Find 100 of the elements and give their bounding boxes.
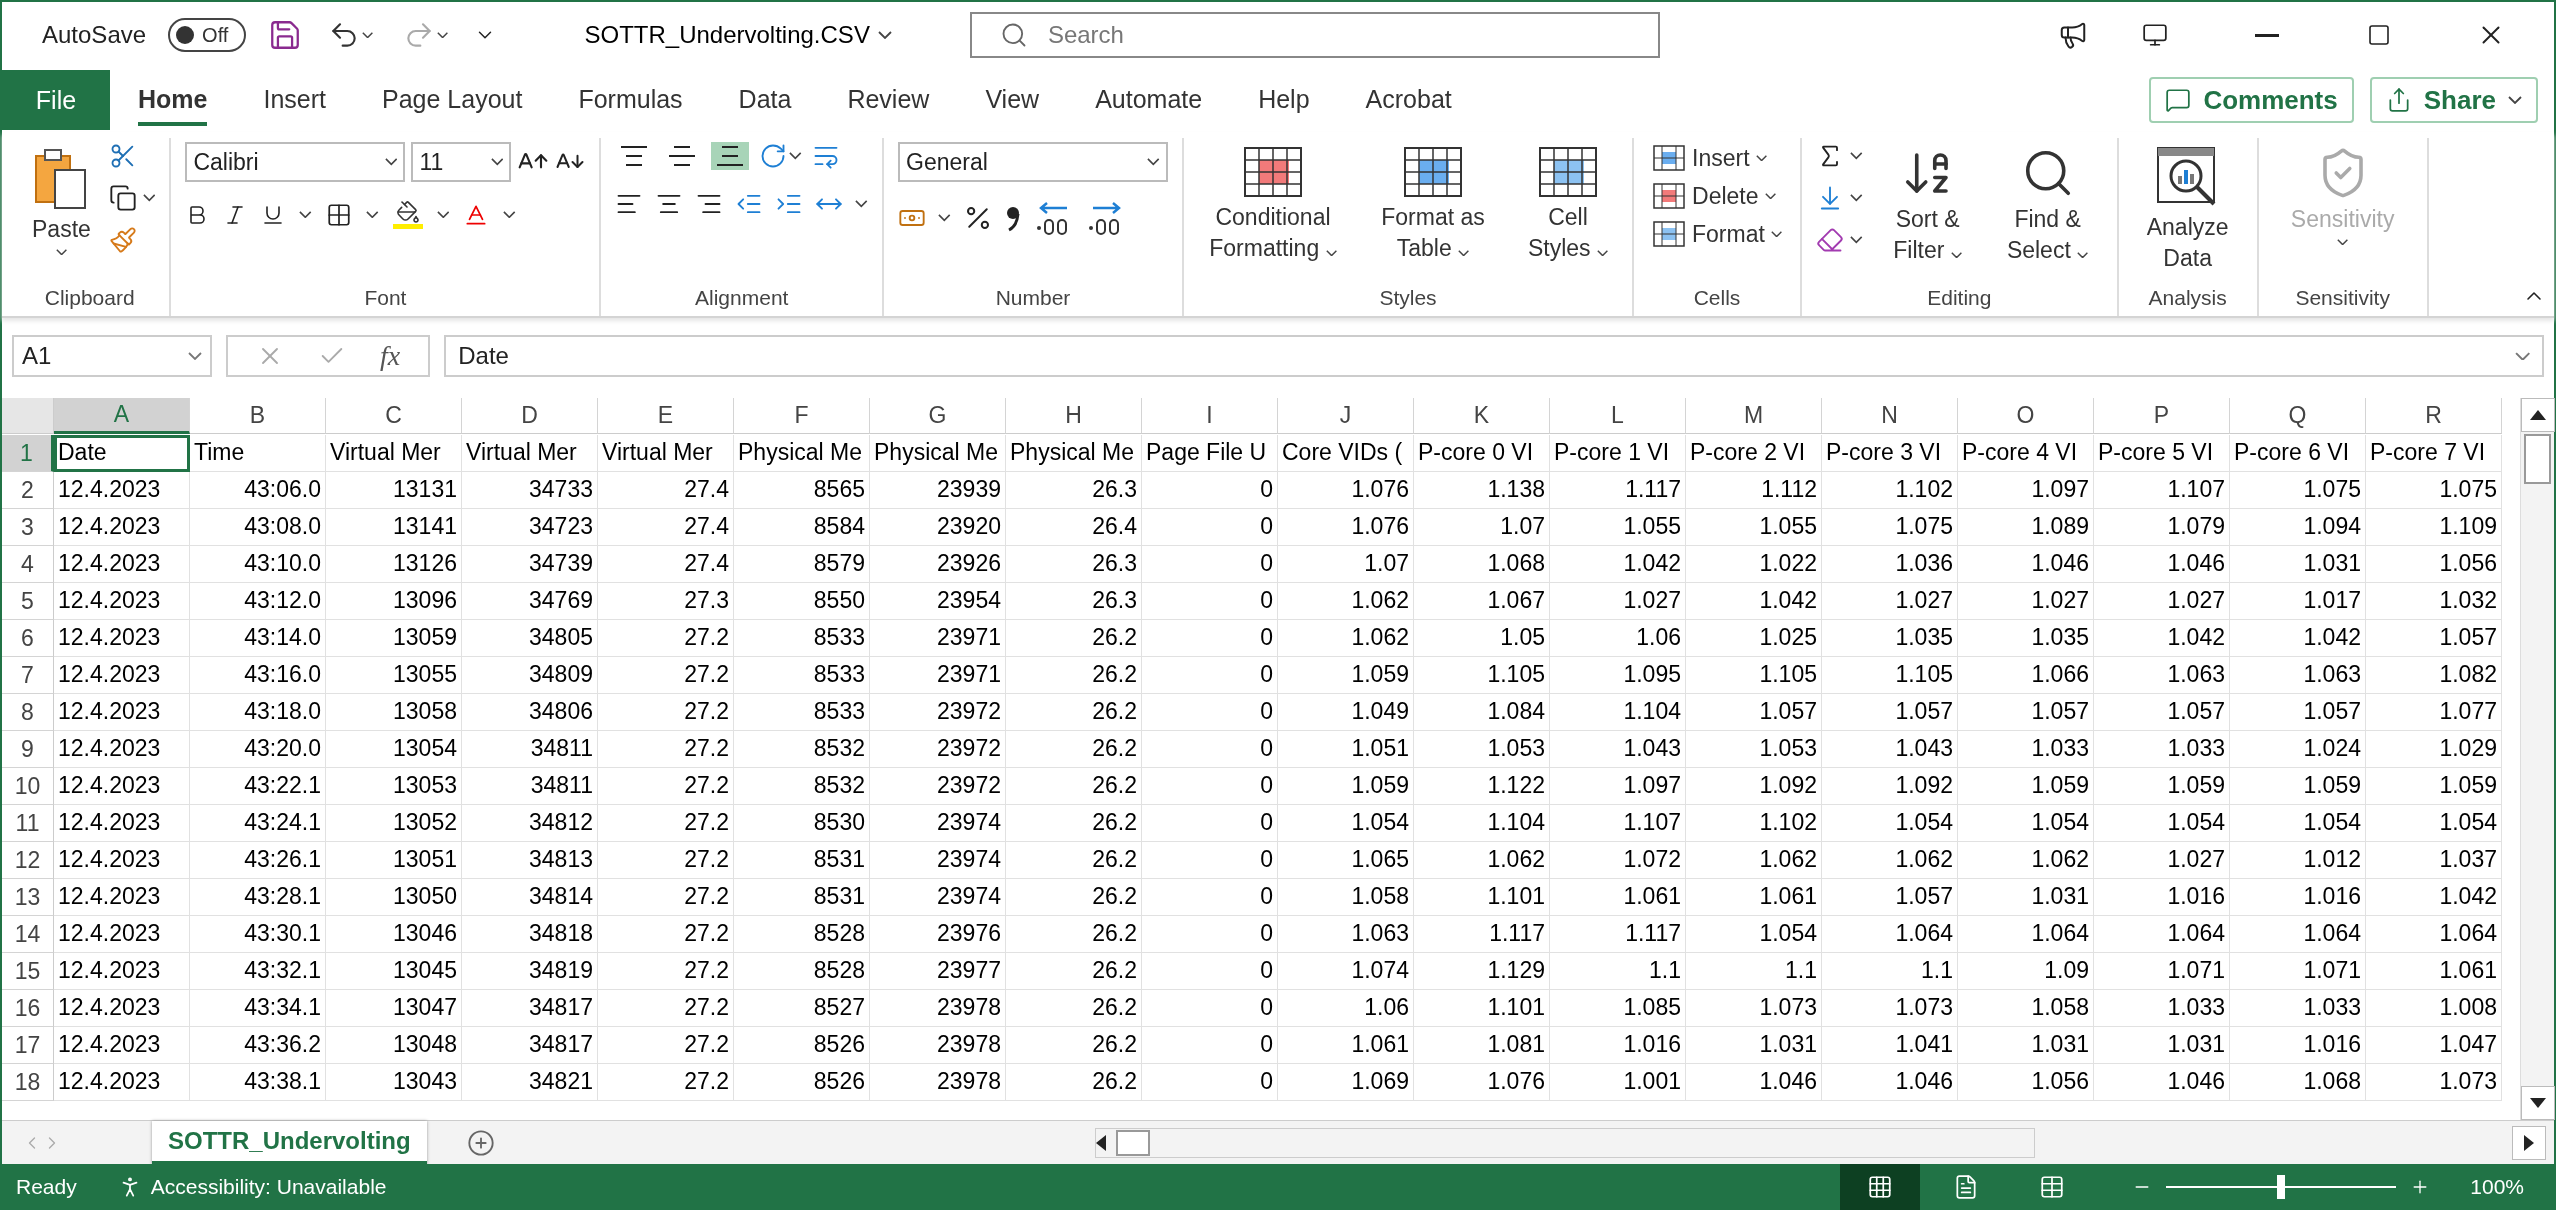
caret-icon bbox=[362, 31, 374, 39]
column-header[interactable]: M bbox=[1686, 398, 1822, 434]
autosave-toggle[interactable]: Off bbox=[168, 18, 247, 52]
row-header[interactable]: 6 bbox=[2, 620, 54, 657]
row-header[interactable]: 14 bbox=[2, 916, 54, 953]
megaphone-icon[interactable] bbox=[2058, 20, 2088, 50]
group-label: Alignment bbox=[694, 285, 790, 311]
column-header[interactable]: C bbox=[326, 398, 462, 434]
column-header[interactable]: B bbox=[190, 398, 326, 434]
column-header[interactable]: Q bbox=[2230, 398, 2366, 434]
file-name-button[interactable]: SOTTR_Undervolting.CSV bbox=[578, 20, 898, 50]
insert-function-button[interactable]: fx bbox=[380, 340, 401, 372]
column-header[interactable]: G bbox=[870, 398, 1006, 434]
vertical-align-button[interactable] bbox=[711, 142, 750, 170]
column-header[interactable]: D bbox=[462, 398, 598, 434]
column-header[interactable]: A bbox=[54, 398, 190, 434]
row-header[interactable]: 2 bbox=[2, 472, 54, 509]
cells-button[interactable]: Format bbox=[1648, 218, 1787, 250]
row-header[interactable]: 3 bbox=[2, 509, 54, 546]
number-format-field[interactable]: General bbox=[898, 142, 1168, 182]
row-header[interactable]: 8 bbox=[2, 694, 54, 731]
table-cell: 1.054 bbox=[1958, 805, 2094, 842]
styles-button[interactable]: Conditional Formatting bbox=[1198, 142, 1348, 269]
analyze-data-button[interactable]: Analyze Data bbox=[2132, 142, 2243, 279]
editing-button[interactable]: Sort & Filter bbox=[1872, 142, 1983, 271]
row-header[interactable]: 10 bbox=[2, 768, 54, 805]
table-cell: 27.2 bbox=[598, 657, 734, 694]
table-cell: 12.4.2023 bbox=[54, 583, 190, 620]
column-header[interactable]: L bbox=[1550, 398, 1686, 434]
paste-button[interactable]: Paste bbox=[24, 142, 99, 260]
row-header[interactable]: 13 bbox=[2, 879, 54, 916]
table-cell: 27.4 bbox=[598, 546, 734, 583]
column-header[interactable]: J bbox=[1278, 398, 1414, 434]
paintbrush-icon[interactable] bbox=[108, 226, 137, 254]
column-header[interactable]: K bbox=[1414, 398, 1550, 434]
scroll-thumb[interactable] bbox=[2524, 434, 2551, 484]
styles-button[interactable]: Cell Styles bbox=[1518, 142, 1618, 269]
column-header[interactable]: O bbox=[1958, 398, 2094, 434]
ribbon-tab[interactable]: Insert bbox=[263, 74, 326, 126]
ribbon-tab[interactable]: Formulas bbox=[578, 74, 683, 126]
styles-button[interactable]: Format as Table bbox=[1358, 142, 1508, 269]
scroll-thumb[interactable] bbox=[1115, 1129, 1150, 1156]
row-header[interactable]: 12 bbox=[2, 842, 54, 879]
row-header[interactable]: 11 bbox=[2, 805, 54, 842]
horizontal-scrollbar[interactable] bbox=[1094, 1127, 2035, 1158]
borders-icon[interactable] bbox=[326, 201, 352, 228]
row-header[interactable]: 4 bbox=[2, 546, 54, 583]
column-header[interactable]: H bbox=[1006, 398, 1142, 434]
name-box[interactable]: A1 bbox=[12, 335, 212, 377]
ribbon-tab[interactable]: View bbox=[985, 74, 1040, 126]
scroll-up-button[interactable] bbox=[2521, 398, 2555, 432]
accessibility-status[interactable]: Accessibility: Unavailable bbox=[150, 1175, 387, 1199]
scroll-right-button[interactable] bbox=[2512, 1125, 2546, 1160]
cells-button[interactable]: Delete bbox=[1648, 180, 1787, 212]
row-header[interactable]: 7 bbox=[2, 657, 54, 694]
column-header[interactable]: N bbox=[1822, 398, 1958, 434]
ribbon-tab[interactable]: Home bbox=[138, 74, 208, 126]
copy-icon[interactable] bbox=[108, 184, 137, 212]
table-cell: 1.046 bbox=[1822, 1064, 1958, 1101]
column-header[interactable]: F bbox=[734, 398, 870, 434]
search-field[interactable]: Search bbox=[969, 12, 1660, 58]
group-label: Font bbox=[363, 285, 408, 311]
row-header[interactable]: 5 bbox=[2, 583, 54, 620]
row-header[interactable]: 16 bbox=[2, 990, 54, 1027]
column-header[interactable]: E bbox=[598, 398, 734, 434]
add-sheet-icon[interactable] bbox=[466, 1128, 495, 1157]
ribbon-tab[interactable]: Automate bbox=[1095, 74, 1203, 126]
table-cell: 1.101 bbox=[1414, 879, 1550, 916]
row-header[interactable]: 15 bbox=[2, 953, 54, 990]
ribbon-tab[interactable]: Page Layout bbox=[382, 74, 523, 126]
zoom-level[interactable]: 100% bbox=[2470, 1175, 2524, 1199]
font-size-field[interactable]: 11 bbox=[411, 142, 512, 182]
cells-button[interactable]: Insert bbox=[1648, 142, 1787, 174]
table-cell: 27.2 bbox=[598, 1064, 734, 1101]
fill-bucket-icon[interactable] bbox=[392, 200, 423, 229]
eraser-icon[interactable] bbox=[1816, 226, 1845, 254]
sheet-tab[interactable]: SOTTR_Undervolting bbox=[152, 1120, 427, 1165]
font-name-field[interactable]: Calibri bbox=[185, 142, 406, 182]
file-tab[interactable]: File bbox=[2, 70, 110, 130]
row-header[interactable]: 9 bbox=[2, 731, 54, 768]
comma-style-icon[interactable] bbox=[1004, 204, 1021, 232]
row-header[interactable]: 18 bbox=[2, 1064, 54, 1101]
editing-button[interactable]: Find & Select bbox=[1992, 142, 2103, 271]
comments-button[interactable]: Comments bbox=[2149, 77, 2354, 123]
view-button[interactable] bbox=[1840, 1164, 1921, 1210]
table-cell: 26.2 bbox=[1006, 657, 1142, 694]
formula-field[interactable]: Date bbox=[444, 335, 2544, 377]
ribbon-tab[interactable]: Data bbox=[738, 74, 792, 126]
column-header[interactable]: R bbox=[2366, 398, 2502, 434]
row-header[interactable]: 1 bbox=[2, 435, 54, 472]
share-button[interactable]: Share bbox=[2369, 77, 2538, 123]
ribbon-tab[interactable]: Acrobat bbox=[1365, 74, 1452, 126]
ribbon-tab[interactable]: Review bbox=[847, 74, 930, 126]
ribbon-tab[interactable]: Help bbox=[1258, 74, 1310, 126]
table-cell: 1.012 bbox=[2230, 842, 2366, 879]
scroll-down-button[interactable] bbox=[2521, 1086, 2555, 1120]
zoom-thumb[interactable] bbox=[2277, 1175, 2286, 1199]
row-header[interactable]: 17 bbox=[2, 1027, 54, 1064]
column-header[interactable]: I bbox=[1142, 398, 1278, 434]
column-header[interactable]: P bbox=[2094, 398, 2230, 434]
